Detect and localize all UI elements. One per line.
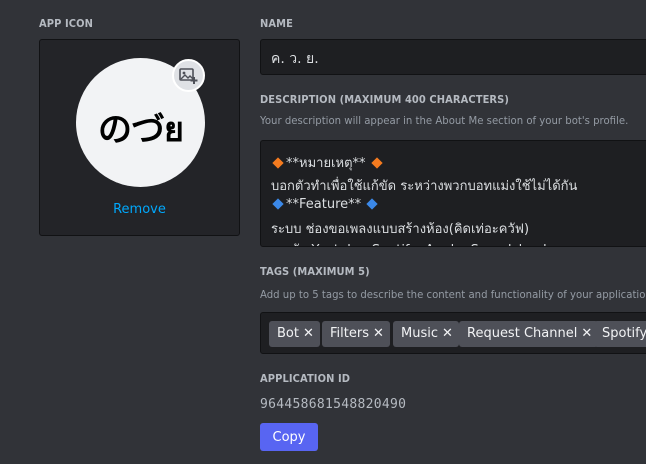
tag-chip[interactable]: Filters ✕	[322, 321, 390, 347]
app-icon-label: APP ICON	[39, 17, 93, 30]
application-id-value: 964458681548820490	[260, 397, 407, 412]
description-label: DESCRIPTION (MAXIMUM 400 CHARACTERS)	[260, 93, 509, 106]
description-textarea[interactable]: **หมายเหตุ** บอกตัวทำเพื่อใช้แก้ขัด ระหว…	[260, 140, 646, 247]
remove-tag-icon[interactable]: ✕	[303, 326, 314, 341]
blue-diamond-icon	[366, 198, 378, 210]
tag-chip[interactable]: Request Channel ✕	[459, 321, 599, 347]
app-icon-card: のづย Remove	[39, 39, 240, 236]
remove-tag-icon[interactable]: ✕	[373, 326, 384, 341]
remove-tag-icon[interactable]: ✕	[442, 326, 453, 341]
tags-hint: Add up to 5 tags to describe the content…	[260, 288, 646, 301]
tags-label: TAGS (MAXIMUM 5)	[260, 265, 370, 278]
name-label: NAME	[260, 17, 293, 30]
copy-button[interactable]: Copy	[260, 423, 318, 451]
description-hint: Your description will appear in the Abou…	[260, 114, 629, 127]
tag-chip[interactable]: Spotify✕	[594, 321, 646, 347]
description-line-4: ระบบ ช่องขอเพลงแบบสร้างห้อง(คิดเท่อะควัฟ…	[271, 222, 530, 237]
orange-diamond-icon	[272, 157, 284, 169]
avatar-text: のづย	[98, 110, 184, 150]
blue-diamond-icon	[272, 198, 284, 210]
description-line-2: บอกตัวทำเพื่อใช้แก้ขัด ระหว่างพวกบอทแม่ง…	[271, 179, 578, 194]
description-line-1: **หมายเหตุ**	[271, 152, 385, 173]
name-input[interactable]: ค. ว. ย.	[260, 39, 646, 75]
description-line-3: **Feature**	[271, 197, 380, 212]
image-add-icon	[178, 67, 197, 84]
application-id-label: APPLICATION ID	[260, 372, 351, 385]
description-line-5: รองรับ Youtube, Spotify, Apple, Soundclo…	[271, 239, 547, 246]
remove-tag-icon[interactable]: ✕	[581, 326, 592, 341]
tag-chip[interactable]: Music ✕	[393, 321, 459, 347]
tags-input[interactable]: Bot ✕ Filters ✕ Music ✕ Request Channel ✕ Sp…	[260, 312, 646, 354]
upload-image-button[interactable]	[172, 59, 205, 92]
orange-diamond-icon	[370, 157, 383, 169]
remove-icon-link[interactable]: Remove	[40, 202, 239, 217]
tag-chip[interactable]: Bot ✕	[269, 321, 320, 347]
